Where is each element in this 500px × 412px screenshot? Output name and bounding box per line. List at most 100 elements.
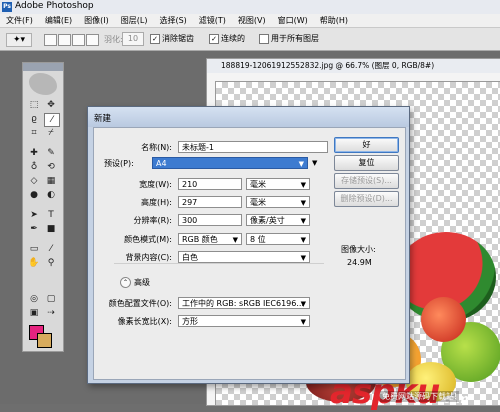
- resolution-unit-value: 像素/英寸: [250, 216, 285, 225]
- all-layers-label: 用于所有图层: [271, 34, 319, 43]
- advanced-toggle-icon[interactable]: ⌃: [120, 277, 131, 288]
- contiguous-label: 连续的: [221, 34, 245, 43]
- chevron-down-icon: ▼: [300, 181, 306, 189]
- name-input[interactable]: 未标题-1: [178, 141, 328, 153]
- new-document-dialog: 新建 名称(N): 未标题-1 预设(P): A4 ▼ ▼ 宽度(W): 210 …: [87, 106, 410, 384]
- move-tool-icon[interactable]: ✥: [44, 99, 58, 111]
- intersect-selection-icon[interactable]: [86, 34, 99, 46]
- path-select-icon[interactable]: ➤: [27, 209, 41, 221]
- bit-depth-select[interactable]: 8 位 ▼: [246, 233, 310, 245]
- dodge-tool-icon[interactable]: ◐: [44, 189, 58, 201]
- toolbox-header[interactable]: [23, 63, 63, 71]
- app-titlebar: Ps Adobe Photoshop: [0, 0, 500, 15]
- chevron-down-icon: ▼: [300, 217, 306, 225]
- bg-contents-select[interactable]: 白色 ▼: [178, 251, 310, 263]
- tool-preset-picker[interactable]: ✦▾: [6, 33, 32, 47]
- image-size-label: 图像大小:: [341, 245, 376, 254]
- gradient-tool-icon[interactable]: ▦: [44, 175, 58, 187]
- eyedropper-tool-icon[interactable]: ⁄: [44, 243, 58, 255]
- image-size-value: 24.9M: [347, 258, 372, 267]
- dialog-titlebar[interactable]: 新建: [88, 107, 409, 127]
- photoshop-logo-icon: Ps: [2, 2, 12, 12]
- chevron-down-icon: ▼: [298, 160, 304, 168]
- chevron-down-icon: ▼: [300, 300, 306, 308]
- standard-mode-icon[interactable]: ▢: [44, 293, 58, 305]
- height-unit-select[interactable]: 毫米 ▼: [246, 196, 310, 208]
- brush-tool-icon[interactable]: ✎: [44, 147, 58, 159]
- menu-bar: 文件(F) 编辑(E) 图像(I) 图层(L) 选择(S) 滤镜(T) 视图(V…: [0, 14, 500, 28]
- magic-wand-tool-icon[interactable]: ⁄: [44, 113, 60, 127]
- save-preset-button[interactable]: 存储预设(S)...: [334, 173, 399, 189]
- preset-expand-icon[interactable]: ▼: [312, 159, 317, 167]
- document-title[interactable]: 188819-12061912552832.jpg @ 66.7% (图层 0,…: [207, 59, 500, 73]
- eraser-tool-icon[interactable]: ◇: [27, 175, 41, 187]
- type-tool-icon[interactable]: T: [44, 209, 58, 221]
- menu-window[interactable]: 窗口(W): [272, 14, 314, 27]
- chevron-down-icon: ▼: [232, 236, 238, 244]
- preset-label: 预设(P):: [104, 159, 134, 168]
- color-profile-label: 颜色配置文件(O):: [108, 299, 172, 308]
- crop-tool-icon[interactable]: ⌗: [27, 127, 41, 139]
- marquee-tool-icon[interactable]: ⬚: [27, 99, 41, 111]
- pen-tool-icon[interactable]: ✒: [27, 223, 41, 235]
- color-mode-select[interactable]: RGB 颜色 ▼: [178, 233, 242, 245]
- chevron-down-icon: ▼: [300, 236, 306, 244]
- resolution-input[interactable]: 300: [178, 214, 242, 226]
- color-mode-label: 颜色模式(M):: [124, 235, 172, 244]
- quick-mask-icon[interactable]: ◎: [27, 293, 41, 305]
- all-layers-checkbox[interactable]: [259, 34, 269, 44]
- screen-mode-icon[interactable]: ▣: [27, 307, 41, 319]
- blur-tool-icon[interactable]: ●: [27, 189, 41, 201]
- width-unit-select[interactable]: 毫米 ▼: [246, 178, 310, 190]
- width-input[interactable]: 210: [178, 178, 242, 190]
- watermark-tagline: 免费网站源码下载站!: [380, 391, 460, 402]
- height-label: 高度(H):: [141, 198, 172, 207]
- pixel-aspect-label: 像素长宽比(X):: [117, 317, 172, 326]
- menu-file[interactable]: 文件(F): [0, 14, 39, 27]
- menu-filter[interactable]: 滤镜(T): [193, 14, 232, 27]
- pixel-aspect-select[interactable]: 方形 ▼: [178, 315, 310, 327]
- pixel-aspect-value: 方形: [182, 317, 198, 326]
- height-input[interactable]: 297: [178, 196, 242, 208]
- color-profile-select[interactable]: 工作中的 RGB: sRGB IEC6196... ▼: [178, 297, 310, 309]
- red-apple-image: [421, 297, 466, 342]
- color-mode-value: RGB 颜色: [182, 235, 218, 244]
- jump-to-imageready-icon[interactable]: ⇢: [44, 307, 58, 319]
- notes-tool-icon[interactable]: ▭: [27, 243, 41, 255]
- delete-preset-button[interactable]: 删除预设(D)...: [334, 191, 399, 207]
- history-brush-icon[interactable]: ⟲: [44, 161, 58, 173]
- dialog-body: 名称(N): 未标题-1 预设(P): A4 ▼ ▼ 宽度(W): 210 毫米 ▼…: [93, 127, 406, 380]
- menu-image[interactable]: 图像(I): [78, 14, 115, 27]
- subtract-selection-icon[interactable]: [72, 34, 85, 46]
- background-color-swatch[interactable]: [37, 333, 52, 348]
- lasso-tool-icon[interactable]: ϱ: [27, 113, 41, 125]
- antialias-checkbox[interactable]: ✓: [150, 34, 160, 44]
- hand-tool-icon[interactable]: ✋: [27, 257, 41, 269]
- reset-button[interactable]: 复位: [334, 155, 399, 171]
- new-selection-icon[interactable]: [44, 34, 57, 46]
- menu-help[interactable]: 帮助(H): [314, 14, 354, 27]
- feather-input[interactable]: 10: [122, 32, 144, 46]
- menu-layer[interactable]: 图层(L): [115, 14, 154, 27]
- contiguous-checkbox[interactable]: ✓: [209, 34, 219, 44]
- menu-view[interactable]: 视图(V): [232, 14, 272, 27]
- height-unit-value: 毫米: [250, 198, 266, 207]
- shape-tool-icon[interactable]: ■: [44, 223, 58, 235]
- name-label: 名称(N):: [141, 143, 172, 152]
- heal-tool-icon[interactable]: ✚: [27, 147, 41, 159]
- slice-tool-icon[interactable]: ⌿: [44, 127, 58, 139]
- add-selection-icon[interactable]: [58, 34, 71, 46]
- chevron-down-icon: ▼: [300, 199, 306, 207]
- chevron-down-icon: ▼: [300, 318, 306, 326]
- ok-button[interactable]: 好: [334, 137, 399, 153]
- menu-select[interactable]: 选择(S): [153, 14, 192, 27]
- color-profile-value: 工作中的 RGB: sRGB IEC6196...: [182, 299, 304, 308]
- width-unit-value: 毫米: [250, 180, 266, 189]
- clone-tool-icon[interactable]: ♁: [27, 161, 41, 173]
- menu-edit[interactable]: 编辑(E): [39, 14, 78, 27]
- resolution-label: 分辨率(R):: [133, 216, 173, 225]
- zoom-tool-icon[interactable]: ⚲: [44, 257, 58, 269]
- resolution-unit-select[interactable]: 像素/英寸 ▼: [246, 214, 310, 226]
- horizontal-ruler[interactable]: [207, 73, 500, 82]
- preset-select[interactable]: A4 ▼: [152, 157, 308, 169]
